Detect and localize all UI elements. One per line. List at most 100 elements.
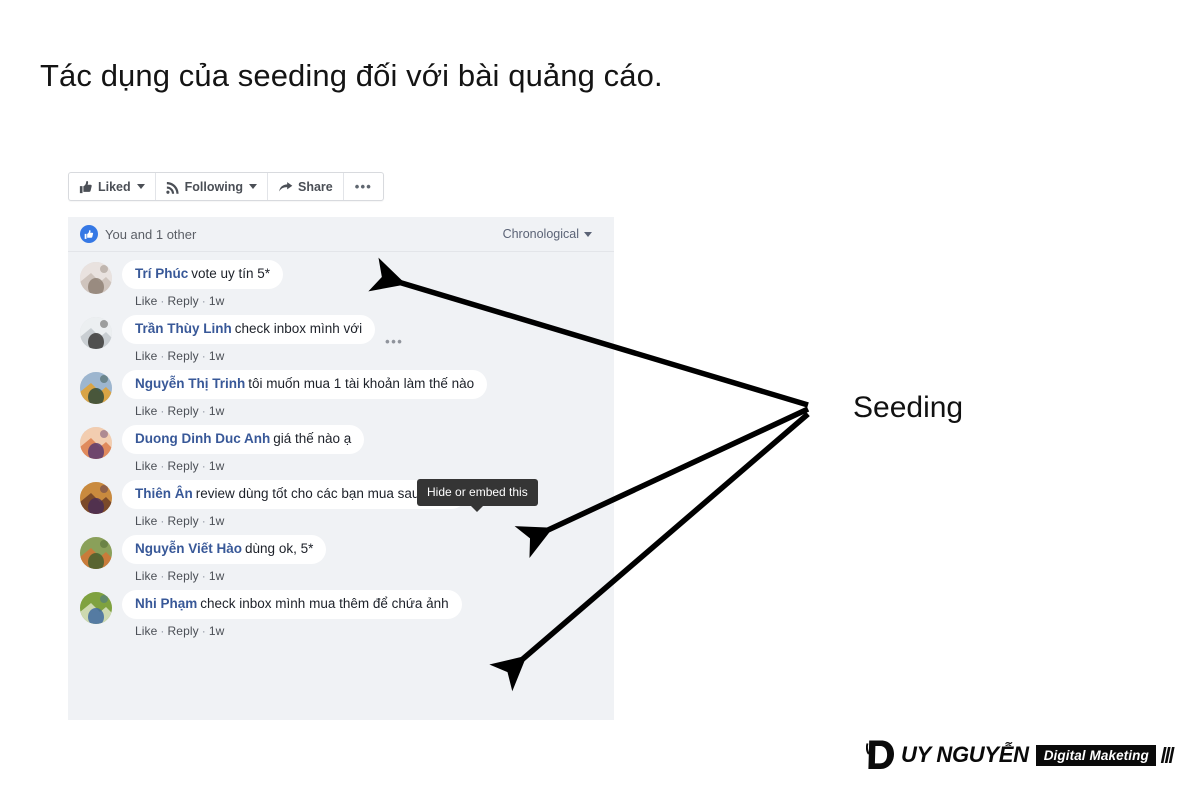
comment-body: Nguyễn Thị Trinh tôi muốn mua 1 tài khoản… xyxy=(122,370,488,418)
comment-timestamp: 1w xyxy=(208,459,225,473)
comment-reply-button[interactable]: Reply xyxy=(168,514,199,528)
brand-logo: UY NGUYỄN Digital Maketing xyxy=(865,738,1176,772)
comment-text: check inbox mình với xyxy=(234,321,363,336)
comment-body: Nhi Phạm check inbox mình mua thêm để chứ… xyxy=(122,590,462,638)
comment-reply-button[interactable]: Reply xyxy=(168,349,199,363)
logo-tagline: Digital Maketing xyxy=(1035,744,1156,766)
comment-reply-button[interactable]: Reply xyxy=(168,294,199,308)
avatar[interactable] xyxy=(80,482,112,514)
separator: · xyxy=(201,569,206,583)
comment-reply-button[interactable]: Reply xyxy=(168,569,199,583)
comment-item: Trần Thùy Linh check inbox mình với Like · R… xyxy=(68,315,614,363)
comment-author[interactable]: Nguyễn Thị Trinh xyxy=(135,376,245,391)
comment-body: Duong Dinh Duc Anh giá thế nào ạ Like · Repl… xyxy=(122,425,365,473)
comment-item: Trí Phúc vote uy tín 5* Like · Reply · 1w xyxy=(68,260,614,308)
comment-like-button[interactable]: Like xyxy=(135,404,157,418)
separator: · xyxy=(201,514,206,528)
comment-bubble: Nhi Phạm check inbox mình mua thêm để chứ… xyxy=(122,590,462,619)
avatar[interactable] xyxy=(80,262,112,294)
comment-actions: Like · Reply · 1w xyxy=(135,404,487,418)
comment-bubble: Nguyễn Viết Hào dùng ok, 5* xyxy=(122,535,327,564)
comment-timestamp: 1w xyxy=(208,624,225,638)
comment-like-button[interactable]: Like xyxy=(135,514,157,528)
logo-slash-marks-icon xyxy=(1160,745,1176,765)
logo-d-mark-icon xyxy=(865,739,900,771)
comment-bubble: Nguyễn Thị Trinh tôi muốn mua 1 tài khoản… xyxy=(122,370,488,399)
liked-label: Liked xyxy=(98,179,131,194)
comment-item: Nguyễn Thị Trinh tôi muốn mua 1 tài khoản… xyxy=(68,370,614,418)
page-title: Tác dụng của seeding đối với bài quảng c… xyxy=(40,58,663,93)
rss-feed-icon xyxy=(166,180,180,194)
thumbs-up-icon xyxy=(79,180,93,194)
comments-card: You and 1 other Chronological Trí Phúc vo… xyxy=(68,217,614,720)
comment-author[interactable]: Trí Phúc xyxy=(135,266,188,281)
comment-sort-label: Chronological xyxy=(502,227,579,241)
share-arrow-icon xyxy=(278,180,293,194)
comment-timestamp: 1w xyxy=(208,294,225,308)
following-button[interactable]: Following xyxy=(156,173,268,200)
separator: · xyxy=(160,624,165,638)
comment-actions: Like · Reply · 1w xyxy=(135,624,462,638)
comment-timestamp: 1w xyxy=(208,514,225,528)
comment-author[interactable]: Thiên Ân xyxy=(135,486,193,501)
comment-text: tôi muốn mua 1 tài khoản làm thế nào xyxy=(248,376,475,391)
comment-item: Nguyễn Viết Hào dùng ok, 5* Like · Reply · 1w xyxy=(68,535,614,583)
comment-body: Trần Thùy Linh check inbox mình với Like · R… xyxy=(122,315,376,363)
hide-or-embed-tooltip: Hide or embed this xyxy=(417,479,538,512)
comment-like-button[interactable]: Like xyxy=(135,624,157,638)
separator: · xyxy=(201,294,206,308)
comments-meta-row: You and 1 other Chronological xyxy=(68,217,614,252)
avatar[interactable] xyxy=(80,372,112,404)
comment-body: Nguyễn Viết Hào dùng ok, 5* Like · Reply · 1w xyxy=(122,535,327,583)
comment-author[interactable]: Nhi Phạm xyxy=(135,596,197,611)
comment-reply-button[interactable]: Reply xyxy=(168,459,199,473)
comment-bubble: Trần Thùy Linh check inbox mình với xyxy=(122,315,376,344)
logo-brand-name: UY NGUYỄN xyxy=(901,742,1029,767)
following-label: Following xyxy=(184,179,243,194)
separator: · xyxy=(160,349,165,363)
comment-actions: Like · Reply · 1w xyxy=(135,294,283,308)
chevron-down-icon xyxy=(248,184,257,189)
comment-item: Nhi Phạm check inbox mình mua thêm để chứ… xyxy=(68,590,614,638)
comment-text: giá thế nào ạ xyxy=(273,431,352,446)
comment-reply-button[interactable]: Reply xyxy=(168,624,199,638)
separator: · xyxy=(201,349,206,363)
comment-timestamp: 1w xyxy=(208,404,225,418)
comment-author[interactable]: Duong Dinh Duc Anh xyxy=(135,431,270,446)
comment-text: check inbox mình mua thêm để chứa ảnh xyxy=(200,596,449,611)
more-options-button[interactable]: ••• xyxy=(344,173,383,200)
separator: · xyxy=(160,569,165,583)
separator: · xyxy=(160,514,165,528)
comment-actions: Like · Reply · 1w xyxy=(135,514,466,528)
comment-author[interactable]: Trần Thùy Linh xyxy=(135,321,232,336)
comment-item: Duong Dinh Duc Anh giá thế nào ạ Like · Repl… xyxy=(68,425,614,473)
comment-actions: Like · Reply · 1w xyxy=(135,459,364,473)
avatar[interactable] xyxy=(80,537,112,569)
share-button[interactable]: Share xyxy=(268,173,344,200)
comment-actions: Like · Reply · 1w xyxy=(135,349,375,363)
separator: · xyxy=(160,404,165,418)
comment-like-button[interactable]: Like xyxy=(135,294,157,308)
avatar[interactable] xyxy=(80,427,112,459)
comment-text: review dùng tốt cho các bạn mua sau nhee xyxy=(195,486,454,501)
comment-text: vote uy tín 5* xyxy=(191,266,271,281)
separator: · xyxy=(201,459,206,473)
comment-like-button[interactable]: Like xyxy=(135,349,157,363)
comment-author[interactable]: Nguyễn Viết Hào xyxy=(135,541,242,556)
liked-button[interactable]: Liked xyxy=(69,173,156,200)
chevron-down-icon xyxy=(136,184,145,189)
comment-bubble: Duong Dinh Duc Anh giá thế nào ạ xyxy=(122,425,365,454)
comment-like-button[interactable]: Like xyxy=(135,459,157,473)
comment-more-options-button[interactable]: ••• xyxy=(385,334,403,349)
reactors-summary[interactable]: You and 1 other xyxy=(80,225,196,243)
reactors-text: You and 1 other xyxy=(105,226,197,242)
avatar[interactable] xyxy=(80,592,112,624)
comment-bubble: Trí Phúc vote uy tín 5* xyxy=(122,260,284,289)
comment-reply-button[interactable]: Reply xyxy=(168,404,199,418)
avatar[interactable] xyxy=(80,317,112,349)
separator: · xyxy=(160,459,165,473)
seeding-annotation-label: Seeding xyxy=(853,391,964,424)
comment-sort-dropdown[interactable]: Chronological xyxy=(503,227,592,241)
comment-like-button[interactable]: Like xyxy=(135,569,157,583)
separator: · xyxy=(160,294,165,308)
